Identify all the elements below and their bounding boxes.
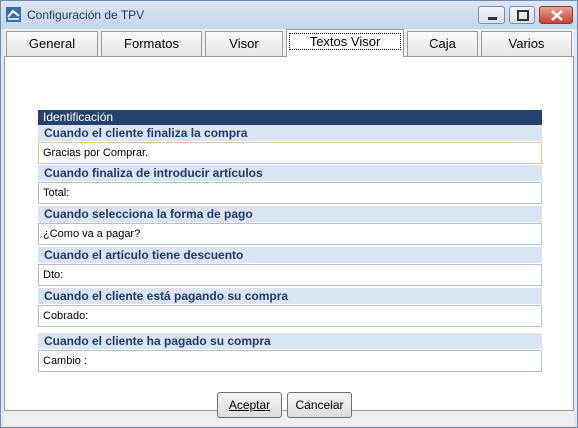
text-field-pagando[interactable]: Cobrado: — [38, 305, 542, 327]
tab-caja[interactable]: Caja — [407, 31, 478, 56]
text-field-forma-pago[interactable]: ¿Como va a pagar? — [38, 223, 542, 245]
close-button[interactable] — [539, 6, 573, 24]
window-title: Configuración de TPV — [27, 8, 145, 22]
text-field-pagado[interactable]: Cambio : — [38, 350, 542, 372]
tab-textos-visor[interactable]: Textos Visor — [286, 29, 404, 57]
accept-label: Aceptar — [228, 398, 271, 412]
tab-varios[interactable]: Varios — [481, 31, 572, 56]
item-label: Cuando el cliente ha pagado su compra — [38, 333, 542, 349]
section-header: Identificación — [38, 110, 542, 125]
text-field-finaliza-articulos[interactable]: Total: — [38, 182, 542, 204]
minimize-icon — [488, 17, 497, 20]
text-field-finaliza-compra[interactable]: Gracias por Comprar. — [38, 142, 542, 164]
item-label: Cuando el cliente está pagando su compra — [38, 288, 542, 304]
tab-formatos[interactable]: Formatos — [101, 31, 202, 56]
tab-visor[interactable]: Visor — [205, 31, 283, 56]
accept-button[interactable]: Aceptar — [217, 392, 282, 418]
dialog-client: General Formatos Visor Textos Visor Caja… — [4, 29, 574, 426]
textos-visor-panel: Identificación Cuando el cliente finaliz… — [4, 56, 574, 411]
item-label: Cuando selecciona la forma de pago — [38, 206, 542, 222]
config-window: Configuración de TPV General Formatos Vi… — [0, 0, 578, 428]
maximize-icon — [517, 10, 529, 21]
item-label: Cuando el cliente finaliza la compra — [38, 125, 542, 141]
text-field-descuento[interactable]: Dto: — [38, 264, 542, 286]
tab-general[interactable]: General — [6, 31, 98, 56]
cancel-button[interactable]: Cancelar — [287, 392, 352, 418]
close-icon — [551, 10, 563, 21]
item-label: Cuando el artículo tiene descuento — [38, 247, 542, 263]
app-icon — [6, 7, 21, 22]
tab-textos-visor-label: Textos Visor — [288, 33, 402, 50]
tab-strip: General Formatos Visor Textos Visor Caja… — [4, 29, 574, 57]
title-bar[interactable]: Configuración de TPV — [1, 1, 577, 29]
maximize-button[interactable] — [509, 6, 535, 24]
minimize-button[interactable] — [478, 6, 505, 24]
item-label: Cuando finaliza de introducir artículos — [38, 165, 542, 181]
